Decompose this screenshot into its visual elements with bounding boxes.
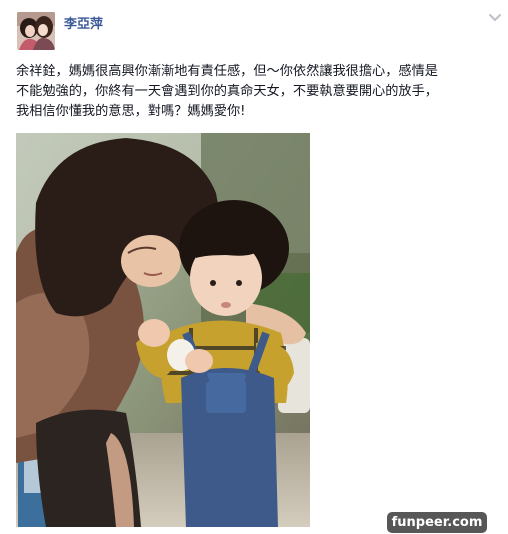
chevron-down-icon[interactable]	[487, 10, 503, 26]
author-avatar[interactable]	[17, 12, 55, 50]
watermark-badge: funpeer.com	[387, 512, 487, 533]
photo-mother-and-child	[16, 133, 310, 527]
post-text-line: 余祥銓，媽媽很高興你漸漸地有責任感，但～你依然讓我很擔心，感情是	[16, 64, 438, 79]
facebook-post: 李亞萍 余祥銓，媽媽很高興你漸漸地有責任感，但～你依然讓我很擔心，感情是 不能勉…	[0, 0, 508, 534]
avatar-image	[17, 12, 55, 50]
post-text-line: 我相信你懂我的意思，對嗎？媽媽愛你!	[16, 104, 246, 119]
author-name-link[interactable]: 李亞萍	[64, 13, 103, 32]
post-photo[interactable]	[16, 133, 310, 527]
post-text-line: 不能勉強的，你終有一天會遇到你的真命天女，不要執意要開心的放手，	[16, 84, 438, 99]
post-message: 余祥銓，媽媽很高興你漸漸地有責任感，但～你依然讓我很擔心，感情是 不能勉強的，你…	[16, 62, 500, 122]
